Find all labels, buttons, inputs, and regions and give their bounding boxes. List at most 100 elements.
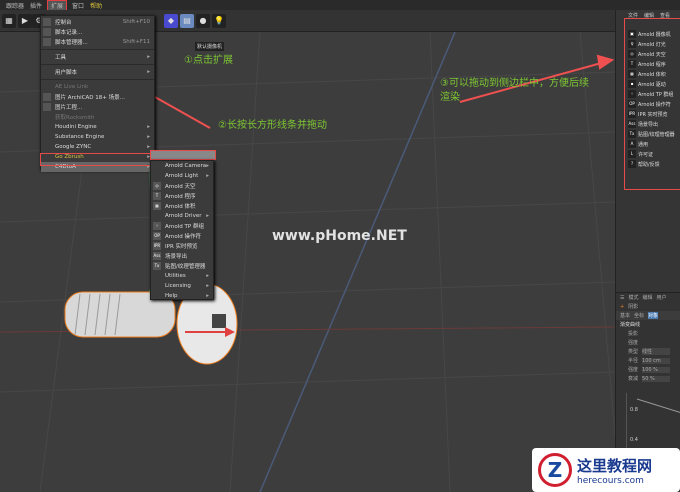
palette-item-icon: T	[628, 60, 636, 68]
palette-item-icon: ▪	[628, 80, 636, 88]
attribute-row: 衰减 50 %	[616, 374, 680, 383]
palette-item[interactable]: T Arnold 程序	[625, 59, 680, 69]
extensions-menu-item[interactable]: AE Live Link	[41, 82, 154, 92]
extensions-menu-item[interactable]: 脚本管理器... Shift+F11	[41, 37, 154, 47]
arnold-menu-item[interactable]: Licensing ▸	[151, 281, 213, 291]
menu-item-label: Arnold Light	[165, 173, 199, 179]
menu-item-label: 图片工程...	[55, 105, 83, 111]
arnold-menu-item[interactable]: Tx 贴图/纹理管理器	[151, 261, 213, 271]
palette-item[interactable]: ◎ Arnold 天空	[625, 49, 680, 59]
palette-item[interactable]: ⁘ Arnold TP 群组	[625, 89, 680, 99]
palette-item-label: IPR 实时预览	[638, 111, 668, 118]
extensions-menu-item[interactable]: 图片 ArchiCAD 18+ 场景...	[41, 92, 154, 102]
grid-icon[interactable]: ▤	[180, 14, 194, 28]
camera-icon[interactable]: ●	[196, 14, 210, 28]
tear-off-handle[interactable]	[150, 150, 216, 160]
palette-item-label: Arnold 灯光	[638, 41, 666, 48]
menu-item-label: Help	[165, 293, 178, 299]
palette-item[interactable]: ? 帮助/反馈	[625, 159, 680, 169]
tab-mode[interactable]: 模式	[628, 294, 638, 301]
attribute-row: 强度	[616, 338, 680, 347]
light-icon[interactable]: 💡	[212, 14, 226, 28]
menu-item-label: Arnold Camera	[165, 163, 207, 169]
graph-tick: 0.4	[630, 437, 638, 443]
object-name: 阴影	[628, 304, 639, 310]
extensions-menu-item[interactable]: Google ZYNC ▸	[41, 142, 154, 152]
arnold-item-icon: ◎	[153, 182, 161, 190]
attribute-value[interactable]: 100 cm	[642, 357, 671, 364]
arnold-menu-item[interactable]: Help ▸	[151, 291, 213, 301]
menu-item-label: 图片 ArchiCAD 18+ 场景...	[55, 95, 125, 101]
logo-title: 这里教程网	[577, 456, 653, 475]
arnold-menu-item[interactable]: IPR IPR 实时预览	[151, 241, 213, 251]
subtab-coord[interactable]: 坐标	[634, 312, 644, 319]
arnold-menu-item[interactable]: Ass 场景导出	[151, 251, 213, 261]
arnold-menu-item[interactable]: ▦ Arnold 体积	[151, 201, 213, 211]
menu-item-label: Arnold 天空	[165, 184, 196, 190]
extensions-menu-item[interactable]: Houdini Engine ▸	[41, 122, 154, 132]
attribute-value[interactable]: 50 %	[642, 375, 671, 382]
menu-item-label: Arnold TP 群组	[165, 224, 204, 230]
menu-tracker[interactable]: 跟踪器	[6, 1, 24, 10]
arnold-menu-item[interactable]: ◎ Arnold 天空	[151, 181, 213, 191]
arnold-item-icon: Tx	[153, 262, 161, 270]
object-icon: +	[620, 303, 625, 310]
menu-item-label: 脚本记录...	[55, 30, 83, 36]
palette-item[interactable]: Ass 场景导出	[625, 119, 680, 129]
palette-item-icon: IPR	[628, 110, 636, 118]
arnold-menu: Arnold Camera ▸ Arnold Light ▸ ◎ Arnold 天空 T Ar…	[150, 160, 214, 300]
attribute-row: 投影	[616, 329, 680, 338]
extensions-menu-item[interactable]: 脚本记录...	[41, 27, 154, 37]
extensions-menu-item[interactable]: 用户脚本 ▸	[41, 67, 154, 77]
chevron-right-icon: ▸	[206, 283, 209, 289]
palette-item[interactable]: ▦ Arnold 体积	[625, 69, 680, 79]
palette-item[interactable]: ▣ Arnold 摄像机	[625, 29, 680, 39]
palette-item[interactable]: L 许可证	[625, 149, 680, 159]
palette-item[interactable]: ♀ Arnold 灯光	[625, 39, 680, 49]
subtab-basic[interactable]: 基本	[620, 312, 630, 319]
menu-item-label: Google ZYNC	[55, 144, 92, 150]
render-icon[interactable]: ▶	[18, 14, 32, 28]
arnold-menu-item[interactable]: Utilities ▸	[151, 271, 213, 281]
arnold-item-icon: ▦	[153, 202, 161, 210]
extensions-menu-item[interactable]: 图片工程...	[41, 102, 154, 112]
render-view-icon[interactable]: ▦	[2, 14, 16, 28]
menu-separator	[41, 64, 154, 65]
attribute-value[interactable]: 线性	[642, 348, 671, 355]
attribute-label: 衰减	[628, 376, 639, 382]
extensions-menu-item[interactable]: 获取Rocksmith	[41, 112, 154, 122]
arnold-menu-item[interactable]: T Arnold 程序	[151, 191, 213, 201]
palette-item[interactable]: A 通用	[625, 139, 680, 149]
palette-item[interactable]: OP Arnold 操作符	[625, 99, 680, 109]
menu-extensions[interactable]: 扩展	[47, 0, 68, 11]
deformer-icon[interactable]: ◆	[164, 14, 178, 28]
palette-item[interactable]: IPR IPR 实时预览	[625, 109, 680, 119]
attribute-value[interactable]: 100 %	[642, 366, 671, 373]
menu-window[interactable]: 窗口	[72, 1, 84, 10]
menu-item-label: Substance Engine	[55, 134, 105, 140]
tab-user[interactable]: 用户	[657, 294, 667, 301]
extensions-menu: 控制台 Shift+F10 脚本记录... 脚本管理器... Shift+F11 工具 ▸ 用…	[40, 15, 155, 172]
extensions-menu-item[interactable]: Substance Engine ▸	[41, 132, 154, 142]
menu-icon[interactable]: ☰	[620, 295, 624, 301]
menu-plugins[interactable]: 插件	[30, 1, 42, 10]
palette-item[interactable]: Tx 贴图/纹理管理器	[625, 129, 680, 139]
tab-edit-attr[interactable]: 编辑	[643, 294, 653, 301]
menu-help[interactable]: 帮助	[90, 1, 102, 10]
arnold-menu-item[interactable]: Arnold Light ▸	[151, 171, 213, 181]
palette-item-label: 通用	[638, 141, 649, 148]
arnold-menu-item[interactable]: Arnold Driver ▸	[151, 211, 213, 221]
annotation-step3: ③可以拖动到侧边栏中，方便后续渲染	[440, 78, 589, 103]
palette-item-icon: ⁘	[628, 90, 636, 98]
extensions-menu-item[interactable]: 控制台 Shift+F10	[41, 17, 154, 27]
arnold-menu-item[interactable]: ⁘ Arnold TP 群组	[151, 221, 213, 231]
menu-item-label: Arnold 体积	[165, 204, 196, 210]
arnold-menu-item[interactable]: OP Arnold 操作符	[151, 231, 213, 241]
subtab-object[interactable]: 对象	[648, 312, 659, 319]
arnold-menu-item[interactable]: Arnold Camera ▸	[151, 161, 213, 171]
palette-item-icon: ◎	[628, 50, 636, 58]
c4dtoa-highlight	[40, 153, 155, 166]
palette-item[interactable]: ▪ Arnold 驱动	[625, 79, 680, 89]
extensions-menu-item[interactable]: 工具 ▸	[41, 52, 154, 62]
z-axis	[259, 32, 456, 492]
